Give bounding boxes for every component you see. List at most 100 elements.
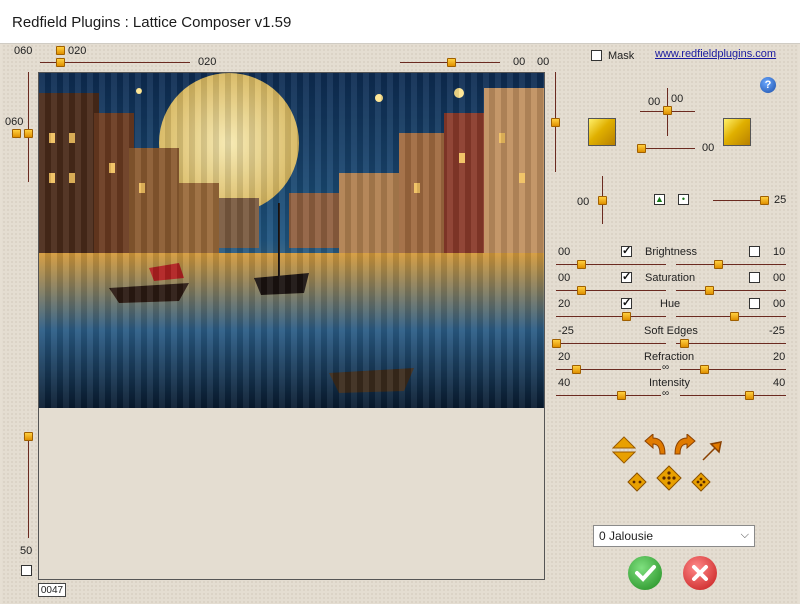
zoom-left-value: 00 [577, 196, 590, 208]
expand-icon[interactable]: ▲ [654, 194, 665, 205]
zoom-right-value: 25 [774, 194, 787, 206]
bottom-vertical-value: 50 [20, 545, 33, 557]
brightness-right-value: 10 [773, 246, 786, 258]
soft-edges-left-track[interactable] [556, 343, 666, 344]
hue-right-value: 00 [773, 298, 786, 310]
zoom-vertical-thumb[interactable] [598, 196, 607, 205]
saturation-label: Saturation [645, 272, 696, 284]
hue-left-checkbox[interactable] [621, 296, 632, 309]
wide-slider-value: 020 [198, 56, 217, 68]
color-swatch-right[interactable] [723, 118, 751, 146]
soft-edges-right-thumb[interactable] [680, 339, 689, 348]
mask-checkbox[interactable] [591, 50, 602, 61]
refraction-right-track[interactable] [680, 369, 786, 370]
resize-diagonal-icon[interactable] [701, 440, 723, 465]
brightness-right-track[interactable] [676, 264, 786, 265]
left-top-label: 060 [14, 45, 33, 57]
hue-left-track[interactable] [556, 316, 666, 317]
intensity-label: Intensity [649, 377, 690, 389]
offset-h-slider-track[interactable] [640, 148, 695, 149]
hue-left-thumb[interactable] [622, 312, 631, 321]
frame-counter: 0047 [38, 583, 66, 597]
rotate-left-icon[interactable] [643, 432, 669, 459]
checkmark-icon [635, 565, 656, 582]
help-icon[interactable]: ? [760, 77, 776, 93]
small-slider-value: 020 [68, 45, 87, 57]
wide-slider-thumb[interactable] [56, 58, 65, 67]
cancel-button[interactable] [683, 556, 717, 590]
refraction-left-value: 20 [558, 351, 571, 363]
soft-edges-left-value: -25 [558, 325, 574, 337]
intensity-right-thumb[interactable] [745, 391, 754, 400]
hue-left-value: 20 [558, 298, 571, 310]
refraction-right-thumb[interactable] [700, 365, 709, 374]
brightness-left-track[interactable] [556, 264, 666, 265]
website-link[interactable]: www.redfieldplugins.com [655, 48, 776, 60]
mask-label: Mask [608, 50, 635, 62]
offset-x-value: 00 [648, 96, 661, 108]
preset-select[interactable]: 0 Jalousie ⌵ [593, 525, 755, 547]
bottom-checkbox[interactable] [21, 565, 32, 576]
brightness-left-checkbox[interactable] [621, 244, 632, 257]
saturation-left-track[interactable] [556, 290, 666, 291]
preview-image [39, 73, 544, 408]
saturation-right-checkbox[interactable] [749, 272, 760, 283]
top-right-slider-thumb[interactable] [447, 58, 456, 67]
zoom-slider-thumb[interactable] [760, 196, 769, 205]
intensity-left-value: 40 [558, 377, 571, 389]
soft-edges-right-value: -25 [769, 325, 785, 337]
saturation-right-value: 00 [773, 272, 786, 284]
offset-h-slider-value: 00 [702, 142, 715, 154]
chevron-down-icon: ⌵ [740, 529, 749, 541]
refraction-left-thumb[interactable] [572, 365, 581, 374]
saturation-right-thumb[interactable] [705, 286, 714, 295]
brightness-left-thumb[interactable] [577, 260, 586, 269]
preset-selected-value: 0 Jalousie [599, 529, 654, 543]
saturation-left-checkbox[interactable] [621, 270, 632, 283]
offset-cross-thumb[interactable] [663, 106, 672, 115]
left-vertical-thumb-a[interactable] [12, 129, 21, 138]
brightness-label: Brightness [645, 246, 697, 258]
dice-large-center-icon[interactable] [656, 465, 682, 494]
saturation-right-track[interactable] [676, 290, 786, 291]
soft-edges-right-track[interactable] [676, 343, 786, 344]
brightness-right-checkbox[interactable] [749, 246, 760, 257]
brightness-right-thumb[interactable] [714, 260, 723, 269]
left-vertical-track[interactable] [28, 72, 29, 182]
saturation-left-value: 00 [558, 272, 571, 284]
left-vertical-thumb-b[interactable] [24, 129, 33, 138]
small-slider-thumb[interactable] [56, 46, 65, 55]
close-icon [692, 565, 708, 581]
intensity-right-track[interactable] [680, 395, 786, 396]
brightness-left-value: 00 [558, 246, 571, 258]
intensity-right-value: 40 [773, 377, 786, 389]
window-title: Redfield Plugins : Lattice Composer v1.5… [12, 14, 292, 31]
soft-edges-label: Soft Edges [644, 325, 698, 337]
intensity-left-track[interactable] [556, 395, 661, 396]
title-bar: Redfield Plugins : Lattice Composer v1.5… [0, 0, 800, 44]
hue-label: Hue [660, 298, 681, 310]
center-icon[interactable]: • [678, 194, 689, 205]
rotate-right-icon[interactable] [671, 432, 697, 459]
intensity-left-thumb[interactable] [617, 391, 626, 400]
left-vertical-value: 060 [5, 116, 24, 128]
dice-small-right-icon[interactable] [691, 472, 711, 495]
refraction-link-icon[interactable]: ∞ [662, 362, 669, 373]
soft-edges-left-thumb[interactable] [552, 339, 561, 348]
offset-y-value: 00 [671, 93, 684, 105]
intensity-link-icon[interactable]: ∞ [662, 388, 669, 399]
bottom-vertical-track[interactable] [28, 438, 29, 538]
bottom-vertical-thumb[interactable] [24, 432, 33, 441]
flip-vertical-icon[interactable] [611, 436, 637, 467]
hue-right-thumb[interactable] [730, 312, 739, 321]
hue-right-checkbox[interactable] [749, 298, 760, 309]
top-right-value-a: 00 [513, 56, 526, 68]
saturation-left-thumb[interactable] [577, 286, 586, 295]
refraction-right-value: 20 [773, 351, 786, 363]
preview-right-vertical-thumb[interactable] [551, 118, 560, 127]
ok-button[interactable] [628, 556, 662, 590]
dice-small-left-icon[interactable] [627, 472, 647, 495]
color-swatch-left[interactable] [588, 118, 616, 146]
offset-h-slider-thumb[interactable] [637, 144, 646, 153]
top-right-value-b: 00 [537, 56, 550, 68]
